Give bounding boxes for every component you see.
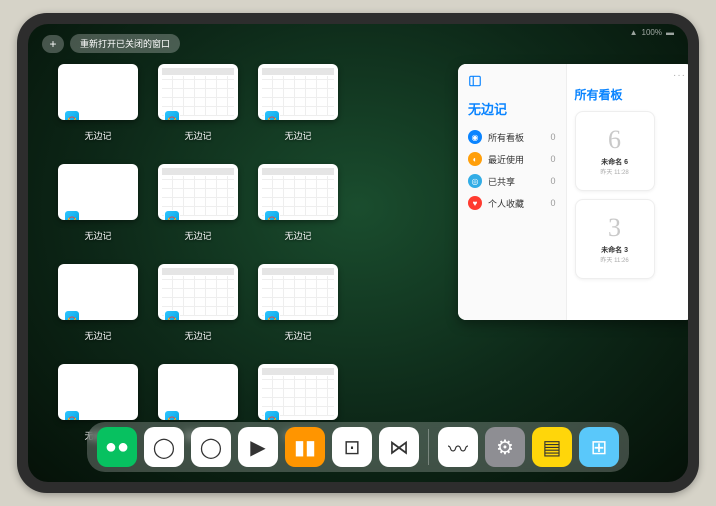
dock-app-connect[interactable]: ⋈ bbox=[379, 427, 419, 467]
board-preview: 6 bbox=[608, 127, 621, 153]
freeform-app-icon bbox=[264, 110, 280, 120]
freeform-app-icon bbox=[64, 410, 80, 420]
sidebar-item-icon: ♥ bbox=[468, 196, 482, 210]
dock-app-wechat[interactable]: ●● bbox=[97, 427, 137, 467]
sidebar-item-count: 0 bbox=[551, 176, 556, 186]
board-preview: 3 bbox=[608, 215, 621, 241]
wifi-icon: ▲ bbox=[630, 28, 638, 37]
dock-app-blackdot[interactable]: ⊡ bbox=[332, 427, 372, 467]
dock-app-qqbrowser[interactable]: ◯ bbox=[191, 427, 231, 467]
stage-window[interactable]: 无边记 bbox=[258, 264, 338, 342]
freeform-app-icon bbox=[264, 410, 280, 420]
window-label: 无边记 bbox=[84, 229, 111, 242]
sidebar-item[interactable]: ◉ 所有看板 0 bbox=[468, 126, 556, 148]
sidebar-item-label: 最近使用 bbox=[488, 153, 545, 166]
window-thumbnail bbox=[58, 64, 138, 120]
new-window-button[interactable]: + bbox=[42, 35, 64, 53]
window-thumbnail bbox=[158, 164, 238, 220]
stage-content: 无边记 无边记 无边记 无边记 无边记 bbox=[58, 64, 658, 414]
window-label: 无边记 bbox=[84, 329, 111, 342]
sidebar-item-count: 0 bbox=[551, 154, 556, 164]
screen: ▲ 100% ▬ + 重新打开已关闭的窗口 无边记 无边记 bbox=[28, 24, 688, 482]
stage-window[interactable]: 无边记 bbox=[258, 64, 338, 142]
freeform-app-icon bbox=[164, 410, 180, 420]
stage-window[interactable]: 无边记 bbox=[258, 164, 338, 242]
app-window-large[interactable]: 无边记 ◉ 所有看板 0◐ 最近使用 0◎ 已共享 0♥ 个人收藏 0 ··· … bbox=[458, 64, 688, 320]
freeform-app-icon bbox=[264, 210, 280, 220]
window-thumbnail bbox=[158, 64, 238, 120]
sidebar-item-icon: ◉ bbox=[468, 130, 482, 144]
freeform-app-icon bbox=[164, 310, 180, 320]
status-bar: ▲ 100% ▬ bbox=[630, 28, 674, 37]
board-card[interactable]: 6 未命名 6 昨天 11:28 bbox=[575, 111, 655, 191]
freeform-app-icon bbox=[64, 210, 80, 220]
dock-app-notes[interactable]: ▤ bbox=[532, 427, 572, 467]
stage-window[interactable]: 无边记 bbox=[58, 264, 138, 342]
freeform-app-icon bbox=[64, 310, 80, 320]
freeform-app-icon bbox=[164, 210, 180, 220]
topbar: + 重新打开已关闭的窗口 bbox=[42, 34, 180, 53]
dock-app-widgets[interactable]: ⊞ bbox=[579, 427, 619, 467]
board-title: 未命名 3 bbox=[601, 245, 628, 255]
sidebar-item-label: 已共享 bbox=[488, 175, 545, 188]
window-thumbnail bbox=[258, 64, 338, 120]
dock-app-quark[interactable]: ◯ bbox=[144, 427, 184, 467]
stage-window[interactable]: 无边记 bbox=[58, 164, 138, 242]
window-label: 无边记 bbox=[84, 129, 111, 142]
sidebar-item-count: 0 bbox=[551, 132, 556, 142]
dock-app-freeform[interactable]: 〰 bbox=[438, 427, 478, 467]
dock-separator bbox=[428, 429, 429, 465]
board-subtitle: 昨天 11:28 bbox=[600, 167, 628, 176]
freeform-app-icon bbox=[164, 110, 180, 120]
sidebar-item-label: 个人收藏 bbox=[488, 197, 545, 210]
dock-app-books[interactable]: ▮▮ bbox=[285, 427, 325, 467]
window-label: 无边记 bbox=[184, 129, 211, 142]
more-icon[interactable]: ··· bbox=[673, 70, 686, 81]
board-list-title: 所有看板 bbox=[575, 86, 686, 103]
sidebar-item-icon: ◐ bbox=[468, 152, 482, 166]
reopen-label: 重新打开已关闭的窗口 bbox=[80, 39, 170, 49]
board-card[interactable]: 3 未命名 3 昨天 11:26 bbox=[575, 199, 655, 279]
sidebar-item-icon: ◎ bbox=[468, 174, 482, 188]
window-label: 无边记 bbox=[284, 329, 311, 342]
freeform-app-icon bbox=[64, 110, 80, 120]
sidebar-item[interactable]: ◐ 最近使用 0 bbox=[468, 148, 556, 170]
window-thumbnail bbox=[258, 264, 338, 320]
sidebar-item-label: 所有看板 bbox=[488, 131, 545, 144]
sidebar-item-count: 0 bbox=[551, 198, 556, 208]
window-thumbnail bbox=[158, 364, 238, 420]
window-label: 无边记 bbox=[284, 229, 311, 242]
board-list: ··· 所有看板 6 未命名 6 昨天 11:283 未命名 3 昨天 11:2… bbox=[567, 64, 688, 320]
dock-app-play[interactable]: ▶ bbox=[238, 427, 278, 467]
plus-icon: + bbox=[49, 37, 56, 51]
window-thumbnail bbox=[258, 364, 338, 420]
stage-window[interactable]: 无边记 bbox=[58, 64, 138, 142]
reopen-closed-window-button[interactable]: 重新打开已关闭的窗口 bbox=[70, 34, 180, 53]
window-thumbnail bbox=[258, 164, 338, 220]
window-label: 无边记 bbox=[284, 129, 311, 142]
window-thumbnail bbox=[58, 364, 138, 420]
dock: ●●◯◯▶▮▮⊡⋈〰⚙▤⊞ bbox=[87, 422, 629, 472]
stage-window[interactable]: 无边记 bbox=[158, 164, 238, 242]
window-label: 无边记 bbox=[184, 229, 211, 242]
window-label: 无边记 bbox=[184, 329, 211, 342]
dock-app-settings[interactable]: ⚙ bbox=[485, 427, 525, 467]
stage-window[interactable]: 无边记 bbox=[158, 64, 238, 142]
sidebar-item[interactable]: ◎ 已共享 0 bbox=[468, 170, 556, 192]
ipad-frame: ▲ 100% ▬ + 重新打开已关闭的窗口 无边记 无边记 bbox=[17, 13, 699, 493]
window-thumbnail bbox=[58, 164, 138, 220]
window-grid: 无边记 无边记 无边记 无边记 无边记 bbox=[58, 64, 438, 414]
stage-window[interactable]: 无边记 bbox=[158, 264, 238, 342]
sidebar: 无边记 ◉ 所有看板 0◐ 最近使用 0◎ 已共享 0♥ 个人收藏 0 bbox=[458, 64, 567, 320]
battery-icon: ▬ bbox=[666, 28, 674, 37]
battery-label: 100% bbox=[642, 28, 662, 37]
sidebar-item[interactable]: ♥ 个人收藏 0 bbox=[468, 192, 556, 214]
sidebar-toggle-icon[interactable] bbox=[468, 74, 482, 88]
board-title: 未命名 6 bbox=[601, 157, 628, 167]
window-thumbnail bbox=[158, 264, 238, 320]
freeform-app-icon bbox=[264, 310, 280, 320]
board-subtitle: 昨天 11:26 bbox=[600, 255, 628, 264]
window-thumbnail bbox=[58, 264, 138, 320]
sidebar-title: 无边记 bbox=[468, 99, 556, 118]
